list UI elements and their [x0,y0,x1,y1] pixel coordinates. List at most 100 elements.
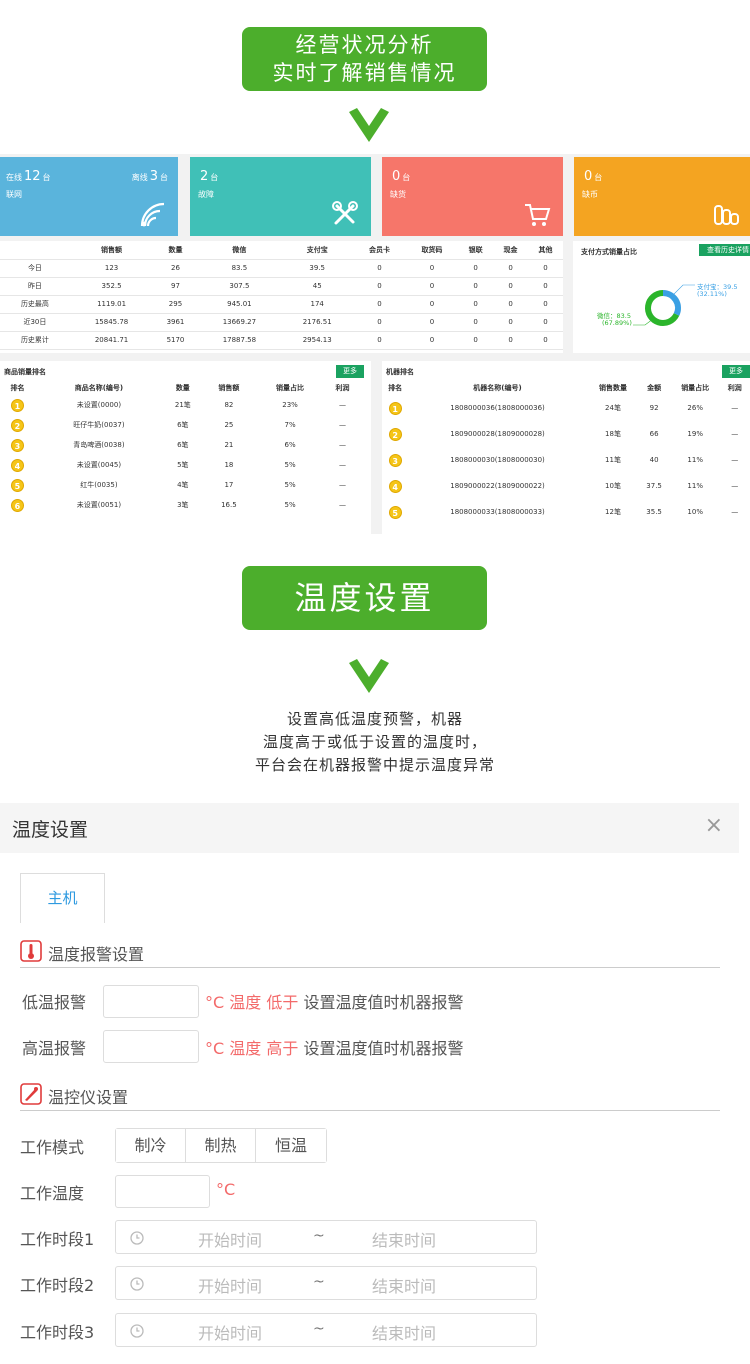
period1-end[interactable]: 结束时间 [372,1227,436,1251]
table-header-cell: 数量 [175,384,190,392]
coins-icon [712,200,740,228]
table-cell: 0 [493,277,529,296]
table-cell: 0 [353,277,406,296]
period1-label: 工作时段1 [20,1230,95,1249]
table-cell: 1809000022(1809000022) [450,482,545,490]
table-cell: 1808000033(1808000033) [450,508,545,516]
table-cell: 5笔 [177,461,189,469]
table-row: 3 青岛啤酒(0038) 6笔 21 6% — [0,435,360,455]
table-cell: 11% [687,456,703,464]
period1-start[interactable]: 开始时间 [198,1227,262,1251]
table-cell: 0 [458,313,494,332]
period3-start[interactable]: 开始时间 [198,1320,262,1344]
table-row: 1 未设置(0000) 21笔 82 23% — [0,395,360,415]
table-header-cell: 微信 [197,241,282,260]
rank-medal-icon: 4 [10,458,24,472]
work-temp-input[interactable] [115,1175,210,1208]
table-cell: 5 [0,475,35,495]
low-temp-input[interactable] [103,985,199,1018]
tab-main[interactable]: 主机 [20,873,105,923]
table-header-cell: 利润 [335,384,350,392]
table-cell: 945.01 [197,295,282,314]
table-cell: 2 [0,415,35,435]
card-out-of-stock[interactable]: 0台 缺货 [382,157,563,236]
table-cell: 今日 [0,259,70,278]
card-label: 缺币 [582,190,598,199]
table-cell: — [339,401,346,409]
dashboard-preview: 在线 12 台 离线 3 台 联网 2台 故障 0台 缺货 0台 缺币 销售额 数量 微信支… [0,154,750,534]
table-header-cell: 支付宝 [281,241,354,260]
table-row: 3 1808000030(1808000030) 11笔 40 11% — [382,447,748,473]
table-cell: 5 [382,499,408,525]
table-cell: 0 [458,259,494,278]
rank-medal-icon: 1 [10,398,24,412]
table-header-cell: 销量占比 [276,384,305,392]
table-cell: 4笔 [177,481,189,489]
rank-medal-icon: 1 [388,401,402,415]
table-row: 昨日 352.5 97 307.5 45 0 0 0 0 0 [0,277,563,296]
chevron-down-icon [349,659,389,693]
temperature-banner: 温度设置 [242,566,487,630]
table-cell: 16.5 [221,501,237,509]
card-fault[interactable]: 2台 故障 [190,157,371,236]
alipay-slice [662,290,681,316]
table-row: 4 1809000022(1809000022) 10笔 37.5 11% — [382,473,748,499]
table-cell: 历史最高 [0,295,70,314]
table-header-cell: 排名 [388,384,403,392]
period1-separator: ~ [313,1228,325,1244]
table-header-cell: 金额 [647,384,662,392]
table-cell: 3 [382,447,408,473]
table-cell: 0 [405,259,459,278]
table-header-cell [0,241,70,260]
mode-cooling-button[interactable]: 制冷 [116,1129,186,1162]
table-cell: 3961 [153,313,198,332]
table-cell: 6 [0,495,35,515]
period3-end[interactable]: 结束时间 [372,1320,436,1344]
table-cell: 15845.78 [69,313,154,332]
table-cell: 18笔 [605,430,621,438]
table-cell: 12笔 [605,508,621,516]
card-out-of-coins[interactable]: 0台 缺币 [574,157,750,236]
period3-time-range[interactable]: 开始时间 ~ 结束时间 [115,1313,537,1347]
clock-icon [130,1277,144,1291]
high-temp-input[interactable] [103,1030,199,1063]
controller-icon [20,1083,42,1105]
machine-more-button[interactable]: 更多 [722,365,750,378]
alipay-pct: (32.11%) [697,290,727,298]
table-cell: 近30日 [0,313,70,332]
table-cell: 0 [353,331,406,350]
table-header-cell: 销售额 [218,384,240,392]
period1-time-range[interactable]: 开始时间 ~ 结束时间 [115,1220,537,1254]
table-cell: 25 [224,421,234,429]
table-cell: 45 [281,277,354,296]
table-row: 2 1809000028(1809000028) 18笔 66 19% — [382,421,748,447]
goods-rank-panel: 商品销量排名 更多 排名 商品名称(编号) 数量 销售额 销量占比 利润 1 未设置(000… [0,361,371,534]
table-cell: 0 [493,295,529,314]
table-cell: 0 [528,313,563,332]
period2-start[interactable]: 开始时间 [198,1273,262,1297]
table-cell: 0 [528,331,563,350]
mode-heating-button[interactable]: 制热 [186,1129,256,1162]
table-cell: — [339,501,346,509]
table-header-cell: 银联 [458,241,494,260]
card-label: 联网 [6,190,22,199]
table-cell: 40 [649,456,659,464]
close-icon[interactable]: × [705,813,723,838]
table-cell: 历史累计 [0,331,70,350]
table-header-cell: 销售数量 [599,384,628,392]
cart-icon [523,200,551,228]
table-cell: — [339,441,346,449]
mode-constant-button[interactable]: 恒温 [256,1129,326,1162]
goods-more-button[interactable]: 更多 [336,365,364,378]
rank-medal-icon: 2 [10,418,24,432]
table-header-cell: 商品名称(编号) [74,384,124,392]
table-cell: 0 [493,331,529,350]
table-cell: 66 [649,430,659,438]
table-cell: 21 [224,441,234,449]
table-header-cell: 排名 [10,384,25,392]
table-cell: 11% [687,482,703,490]
card-network[interactable]: 在线 12 台 离线 3 台 联网 [0,157,178,236]
table-cell: 97 [153,277,198,296]
period2-time-range[interactable]: 开始时间 ~ 结束时间 [115,1266,537,1300]
period2-end[interactable]: 结束时间 [372,1273,436,1297]
